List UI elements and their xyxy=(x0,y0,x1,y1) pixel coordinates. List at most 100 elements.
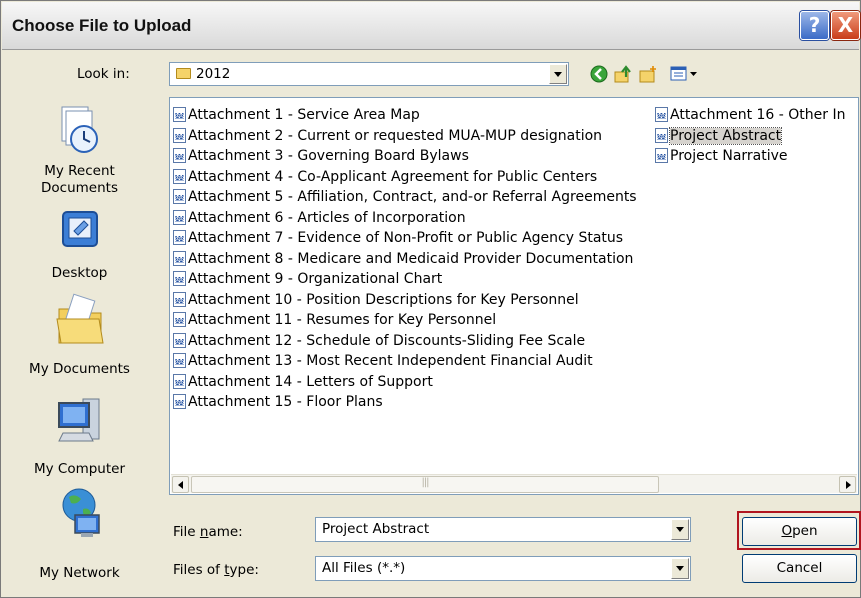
recent-documents-icon xyxy=(61,106,98,153)
file-item[interactable]: Attachment 2 - Current or requested MUA-… xyxy=(173,126,637,148)
label-part: Files of xyxy=(173,562,225,578)
file-name: Attachment 10 - Position Descriptions fo… xyxy=(188,291,579,308)
file-name: Project Narrative xyxy=(670,148,788,164)
places-bar: My Recent Documents Desktop My Documents xyxy=(8,99,151,591)
file-name: Attachment 11 - Resumes for Key Personne… xyxy=(188,312,497,328)
word-document-icon xyxy=(173,353,186,373)
label-part: ame: xyxy=(208,524,243,540)
label-part: ype: xyxy=(229,562,259,578)
file-name: Project Abstract xyxy=(668,126,783,145)
place-my-recent-documents[interactable]: My Recent Documents xyxy=(8,99,151,207)
word-document-icon xyxy=(173,168,186,189)
file-item[interactable]: Attachment 12 - Schedule of Discounts-Sl… xyxy=(173,331,637,353)
place-my-documents[interactable]: My Documents xyxy=(8,291,151,391)
file-name: Attachment 13 - Most Recent Independent … xyxy=(188,353,593,369)
file-name: Attachment 3 - Governing Board Bylaws xyxy=(188,148,469,164)
scroll-left-arrow-icon[interactable] xyxy=(172,476,189,493)
file-name-value: Project Abstract xyxy=(322,521,430,537)
word-document-icon xyxy=(173,107,186,127)
scroll-right-arrow-icon[interactable] xyxy=(839,476,856,493)
word-document-icon xyxy=(173,148,186,168)
word-document-icon xyxy=(173,312,186,332)
word-document-icon xyxy=(173,394,186,414)
word-document-icon xyxy=(173,250,186,271)
word-document-icon xyxy=(655,107,668,127)
file-type-label: Files of type: xyxy=(173,562,259,578)
file-item[interactable]: Attachment 10 - Position Descriptions fo… xyxy=(173,290,637,312)
cancel-button[interactable]: Cancel xyxy=(742,554,857,583)
file-name: Attachment 15 - Floor Plans xyxy=(188,394,383,410)
file-item[interactable]: Attachment 9 - Organizational Chart xyxy=(173,269,637,291)
folder-icon xyxy=(176,68,191,79)
place-label: My Computer xyxy=(33,461,126,477)
file-name-label: File name: xyxy=(173,524,243,540)
file-name: Attachment 7 - Evidence of Non-Profit or… xyxy=(188,230,624,246)
file-item-selected[interactable]: Project Abstract xyxy=(655,126,846,148)
word-document-icon xyxy=(173,189,186,209)
word-document-icon xyxy=(655,148,668,168)
place-my-network[interactable]: My Network xyxy=(8,485,151,591)
file-type-value: All Files (*.*) xyxy=(322,560,406,576)
back-icon[interactable] xyxy=(589,64,609,84)
file-item[interactable]: Attachment 6 - Articles of Incorporation xyxy=(173,208,637,230)
close-button[interactable]: X xyxy=(831,11,860,40)
file-name: Attachment 12 - Schedule of Discounts-Sl… xyxy=(188,332,586,349)
file-name: Attachment 16 - Other In xyxy=(670,107,846,123)
horizontal-scrollbar[interactable] xyxy=(171,474,857,493)
file-name: Attachment 6 - Articles of Incorporation xyxy=(188,209,466,226)
file-column-1: Attachment 1 - Service Area Map Attachme… xyxy=(173,105,637,414)
word-document-icon xyxy=(173,332,186,353)
look-in-dropdown[interactable]: 2012 xyxy=(169,62,569,86)
file-item[interactable]: Attachment 8 - Medicare and Medicaid Pro… xyxy=(173,249,637,271)
button-label: pen xyxy=(792,523,818,539)
file-name-input[interactable]: Project Abstract xyxy=(315,517,691,542)
word-document-icon xyxy=(173,127,186,148)
file-name: Attachment 9 - Organizational Chart xyxy=(188,271,443,287)
up-folder-icon[interactable] xyxy=(613,64,633,84)
look-in-value-wrap: 2012 xyxy=(176,66,230,82)
my-network-icon xyxy=(62,488,100,537)
word-document-icon xyxy=(173,271,186,291)
place-label: My Network xyxy=(39,565,120,581)
chevron-down-icon[interactable] xyxy=(671,519,689,540)
place-label: My Documents xyxy=(29,361,130,377)
my-computer-icon xyxy=(57,398,99,442)
open-button[interactable]: Open xyxy=(742,517,857,546)
chevron-down-icon[interactable] xyxy=(671,558,689,579)
file-item[interactable]: Attachment 13 - Most Recent Independent … xyxy=(173,351,637,373)
desktop-icon xyxy=(61,211,98,247)
file-item[interactable]: Attachment 7 - Evidence of Non-Profit or… xyxy=(173,228,637,250)
file-item[interactable]: Attachment 16 - Other In xyxy=(655,105,846,127)
file-item[interactable]: Attachment 3 - Governing Board Bylaws xyxy=(173,146,637,168)
file-name: Attachment 5 - Affiliation, Contract, an… xyxy=(188,189,637,205)
place-my-computer[interactable]: My Computer xyxy=(8,393,151,483)
file-type-dropdown[interactable]: All Files (*.*) xyxy=(315,556,691,581)
file-name: Attachment 4 - Co-Applicant Agreement fo… xyxy=(188,168,598,185)
file-item[interactable]: Attachment 11 - Resumes for Key Personne… xyxy=(173,310,637,332)
file-item[interactable]: Project Narrative xyxy=(655,146,846,168)
file-list[interactable]: Attachment 1 - Service Area Map Attachme… xyxy=(169,97,859,495)
file-item[interactable]: Attachment 15 - Floor Plans xyxy=(173,392,637,414)
dialog-title: Choose File to Upload xyxy=(12,16,192,35)
label-part: File xyxy=(173,524,200,540)
chevron-down-icon[interactable] xyxy=(549,64,567,84)
views-menu-icon[interactable] xyxy=(670,64,700,84)
place-desktop[interactable]: Desktop xyxy=(8,209,151,289)
file-item[interactable]: Attachment 5 - Affiliation, Contract, an… xyxy=(173,187,637,209)
word-document-icon xyxy=(173,291,186,312)
file-name: Attachment 14 - Letters of Support xyxy=(188,373,433,390)
file-item[interactable]: Attachment 4 - Co-Applicant Agreement fo… xyxy=(173,167,637,189)
word-document-icon xyxy=(173,373,186,394)
title-bar: Choose File to Upload ? X xyxy=(2,2,860,50)
file-item[interactable]: Attachment 14 - Letters of Support xyxy=(173,372,637,394)
file-item[interactable]: Attachment 1 - Service Area Map xyxy=(173,105,637,127)
place-label: Desktop xyxy=(51,265,108,281)
word-document-icon xyxy=(173,209,186,230)
file-column-2: Attachment 16 - Other In Project Abstrac… xyxy=(655,105,846,168)
button-accelerator: O xyxy=(781,523,793,539)
scroll-thumb[interactable] xyxy=(191,476,659,493)
new-folder-icon[interactable] xyxy=(638,64,658,84)
help-button[interactable]: ? xyxy=(800,11,829,40)
look-in-label: Look in: xyxy=(77,66,130,82)
file-name: Attachment 8 - Medicare and Medicaid Pro… xyxy=(188,250,634,267)
